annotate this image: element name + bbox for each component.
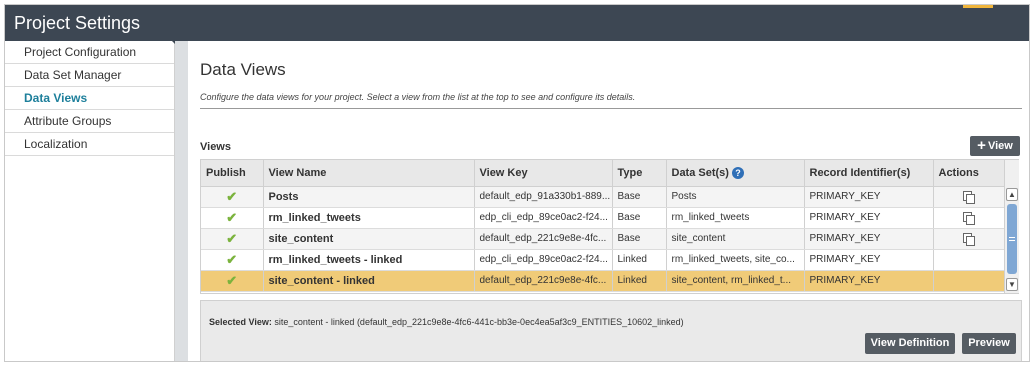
selected-view-value: site_content - linked (default_edp_221c9… [274, 317, 684, 327]
view-name-cell: Posts [263, 186, 475, 208]
scrollbar-thumb[interactable] [1007, 204, 1017, 274]
record-identifier-cell: PRIMARY_KEY [804, 270, 934, 292]
view-definition-button[interactable]: View Definition [865, 333, 955, 354]
title-bar: Project Settings [5, 5, 1029, 41]
view-key-cell: default_edp_221c9e8e-4fc... [474, 228, 613, 250]
actions-cell [933, 270, 1005, 292]
data-sets-cell: site_content [666, 228, 805, 250]
table-row[interactable]: ✔ Posts default_edp_91a330b1-889... Base… [201, 186, 1005, 208]
actions-cell [933, 207, 1005, 229]
views-table: Publish View Name View Key Type Data Set… [200, 159, 1019, 294]
panel-divider [175, 41, 188, 361]
table-row-selected[interactable]: ✔ site_content - linked default_edp_221c… [201, 270, 1005, 292]
copy-icon[interactable] [963, 211, 975, 225]
sidebar-item-project-configuration[interactable]: Project Configuration [5, 41, 174, 64]
sidebar-item-data-views[interactable]: Data Views [5, 87, 174, 110]
view-type-cell: Linked [612, 270, 667, 292]
actions-cell [933, 186, 1005, 208]
published-checkmark-icon: ✔ [201, 207, 264, 229]
published-checkmark-icon: ✔ [201, 270, 264, 292]
data-sets-cell: Posts [666, 186, 805, 208]
grip-icon [1009, 237, 1015, 241]
published-checkmark-icon: ✔ [201, 228, 264, 250]
view-name-cell: rm_linked_tweets [263, 207, 475, 229]
record-identifier-cell: PRIMARY_KEY [804, 186, 934, 208]
views-section-label: Views [200, 141, 231, 153]
scroll-down-icon[interactable]: ▼ [1006, 278, 1018, 291]
column-header-publish[interactable]: Publish [201, 160, 264, 187]
data-sets-header-label: Data Set(s) [671, 166, 729, 179]
view-name-cell: rm_linked_tweets - linked [263, 249, 475, 271]
view-key-cell: default_edp_221c9e8e-4fc... [474, 270, 613, 292]
copy-icon[interactable] [963, 232, 975, 246]
help-icon[interactable]: ? [731, 166, 744, 179]
add-view-label: View [987, 140, 1013, 152]
sidebar-nav: Project Configuration Data Set Manager D… [5, 41, 184, 361]
plus-icon: + [977, 137, 986, 154]
table-row[interactable]: ✔ rm_linked_tweets - linked edp_cli_edp_… [201, 249, 1005, 271]
sidebar-item-data-set-manager[interactable]: Data Set Manager [5, 64, 174, 87]
column-header-type[interactable]: Type [612, 160, 667, 187]
view-name-cell: site_content [263, 228, 475, 250]
app-title: Project Settings [14, 13, 141, 33]
view-name-cell: site_content - linked [263, 270, 475, 292]
column-header-data-sets[interactable]: Data Set(s)? [666, 160, 805, 187]
add-view-button[interactable]: + View [970, 136, 1020, 156]
page-description: Configure the data views for your projec… [200, 92, 636, 102]
view-key-cell: edp_cli_edp_89ce0ac2-f24... [474, 249, 613, 271]
record-identifier-cell: PRIMARY_KEY [804, 249, 934, 271]
table-row[interactable]: ✔ site_content default_edp_221c9e8e-4fc.… [201, 228, 1005, 250]
column-header-actions: Actions [933, 160, 1005, 187]
sidebar-item-attribute-groups[interactable]: Attribute Groups [5, 110, 174, 133]
record-identifier-cell: PRIMARY_KEY [804, 228, 934, 250]
copy-icon[interactable] [963, 190, 975, 204]
column-header-view-name[interactable]: View Name [263, 160, 475, 187]
actions-cell [933, 228, 1005, 250]
view-type-cell: Linked [612, 249, 667, 271]
data-sets-cell: rm_linked_tweets [666, 207, 805, 229]
view-key-cell: edp_cli_edp_89ce0ac2-f24... [474, 207, 613, 229]
published-checkmark-icon: ✔ [201, 186, 264, 208]
actions-cell [933, 249, 1005, 271]
view-type-cell: Base [612, 186, 667, 208]
column-header-record-identifiers[interactable]: Record Identifier(s) [804, 160, 934, 187]
published-checkmark-icon: ✔ [201, 249, 264, 271]
view-type-cell: Base [612, 228, 667, 250]
sidebar-item-localization[interactable]: Localization [5, 133, 174, 156]
data-sets-cell: site_content, rm_linked_t... [666, 270, 805, 292]
column-header-view-key[interactable]: View Key [474, 160, 613, 187]
main-content: Data Views Configure the data views for … [188, 41, 1029, 361]
selected-view-text: Selected View: site_content - linked (de… [209, 317, 684, 327]
preview-button[interactable]: Preview [962, 333, 1016, 354]
data-sets-cell: rm_linked_tweets, site_co... [666, 249, 805, 271]
view-type-cell: Base [612, 207, 667, 229]
table-header-row: Publish View Name View Key Type Data Set… [201, 160, 1005, 187]
selected-view-panel: Selected View: site_content - linked (de… [200, 300, 1022, 361]
table-row[interactable]: ✔ rm_linked_tweets edp_cli_edp_89ce0ac2-… [201, 207, 1005, 229]
table-scrollbar[interactable]: ▲ ▼ [1004, 160, 1019, 293]
project-settings-window: Project Settings Project Configuration D… [4, 4, 1030, 362]
accent-bar [963, 5, 993, 8]
divider [200, 108, 1022, 109]
record-identifier-cell: PRIMARY_KEY [804, 207, 934, 229]
selected-view-label: Selected View: [209, 317, 272, 327]
page-title: Data Views [200, 60, 286, 79]
view-key-cell: default_edp_91a330b1-889... [474, 186, 613, 208]
scroll-up-icon[interactable]: ▲ [1006, 188, 1018, 201]
